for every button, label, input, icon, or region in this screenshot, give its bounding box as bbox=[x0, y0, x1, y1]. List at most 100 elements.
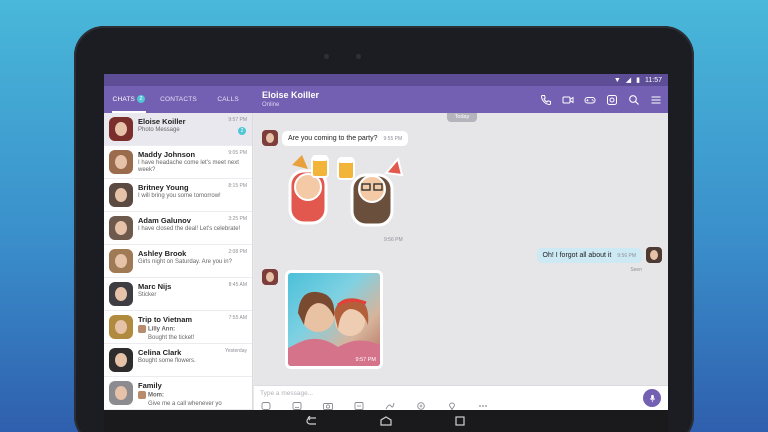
back-icon[interactable] bbox=[305, 416, 319, 426]
chat-preview: I have closed the deal! Let's celebrate! bbox=[138, 226, 241, 232]
location-icon[interactable] bbox=[446, 402, 457, 410]
chat-preview: Bought the ticket! bbox=[148, 334, 195, 341]
sender-avatar bbox=[138, 391, 146, 399]
chat-preview: Girls night on Saturday. Are you in? bbox=[138, 259, 232, 265]
status-time: 11:57 bbox=[645, 76, 662, 84]
chat-time: 8:45 AM bbox=[228, 282, 247, 288]
chat-time: 7:55 AM bbox=[228, 315, 247, 321]
chat-item-ashley-brook[interactable]: Ashley Brook Girls night on Saturday. Ar… bbox=[104, 245, 252, 278]
group-avatar bbox=[109, 381, 133, 405]
gif-icon[interactable] bbox=[353, 402, 364, 410]
status-bar: ▼ ◢ ▮ 11:57 bbox=[104, 74, 668, 86]
seen-status: Seen bbox=[630, 267, 642, 273]
more-icon[interactable] bbox=[477, 402, 488, 410]
sensor-dot bbox=[356, 54, 361, 59]
chat-sender: Lilly Ann: bbox=[148, 326, 176, 333]
photo-time: 9:57 PM bbox=[355, 357, 376, 363]
avatar bbox=[109, 249, 133, 273]
menu-icon[interactable] bbox=[650, 94, 662, 106]
avatar bbox=[109, 282, 133, 306]
chat-preview: I have headache come let's meet next wee… bbox=[138, 160, 239, 173]
chat-item-britney-young[interactable]: Britney Young I will bring you some tomo… bbox=[104, 179, 252, 212]
composer-toolbar bbox=[260, 402, 488, 410]
voice-message-button[interactable] bbox=[643, 389, 661, 407]
chat-item-celina-clark[interactable]: Celina Clark Bought some flowers. Yester… bbox=[104, 344, 252, 377]
chat-time: 3:25 PM bbox=[228, 216, 247, 222]
chat-name: Family bbox=[138, 381, 162, 390]
screen: ▼ ◢ ▮ 11:57 CHATS 2 CONTACTS CALLS Eloise… bbox=[104, 74, 668, 432]
microphone-icon bbox=[649, 394, 655, 402]
chat-item-eloise-koiller[interactable]: Eloise Koiller Photo Message 9:57 PM 2 bbox=[104, 113, 252, 146]
chat-item-adam-galunov[interactable]: Adam Galunov I have closed the deal! Let… bbox=[104, 212, 252, 245]
sticker-time: 9:56 PM bbox=[384, 237, 403, 243]
tab-contacts[interactable]: CONTACTS bbox=[154, 86, 204, 113]
chat-list: Eloise Koiller Photo Message 9:57 PM 2 M… bbox=[104, 113, 253, 410]
chat-preview: I will bring you some tomorrow! bbox=[138, 193, 221, 199]
beer-friends-sticker[interactable] bbox=[282, 153, 412, 233]
tab-contacts-label: CONTACTS bbox=[160, 96, 197, 103]
message-time: 9:55 PM bbox=[383, 136, 403, 142]
chat-preview: Give me a call whenever yo bbox=[148, 400, 222, 407]
avatar bbox=[109, 183, 133, 207]
signal-icon: ◢ bbox=[625, 77, 632, 84]
message-bubble-outgoing[interactable]: Oh! I forgot all about it 9:56 PM bbox=[536, 248, 642, 263]
phone-icon[interactable] bbox=[540, 94, 552, 106]
sticker-icon[interactable] bbox=[606, 94, 618, 106]
contact-status: Online bbox=[262, 102, 280, 108]
camera-icon[interactable] bbox=[322, 402, 333, 410]
system-nav-bar bbox=[104, 410, 668, 432]
chat-item-marc-nijs[interactable]: Marc Nijs Sticker 8:45 AM bbox=[104, 278, 252, 311]
recents-icon[interactable] bbox=[453, 416, 467, 426]
photo-message[interactable]: 9:57 PM bbox=[285, 270, 383, 369]
conversation: Today Are you coming to the party? 9:55 P… bbox=[254, 113, 668, 385]
chat-time: 9:05 PM bbox=[228, 150, 247, 156]
sender-avatar[interactable] bbox=[262, 130, 278, 146]
tab-bar: CHATS 2 CONTACTS CALLS bbox=[104, 86, 253, 113]
doodle-icon[interactable] bbox=[384, 402, 395, 410]
group-avatar bbox=[109, 315, 133, 339]
sender-avatar[interactable] bbox=[262, 269, 278, 285]
app-bar: CHATS 2 CONTACTS CALLS Eloise Koiller Onl… bbox=[104, 86, 668, 113]
contact-header[interactable]: Eloise Koiller Online bbox=[262, 90, 319, 108]
message-input[interactable]: Type a message... bbox=[260, 390, 313, 397]
photo-thumbnail bbox=[288, 291, 380, 366]
avatar bbox=[109, 150, 133, 174]
header-actions bbox=[540, 86, 662, 113]
chat-time: 9:57 PM bbox=[228, 117, 247, 123]
tab-calls[interactable]: CALLS bbox=[203, 86, 253, 113]
chat-time: Yesterday bbox=[224, 348, 247, 354]
chats-badge: 2 bbox=[137, 95, 146, 104]
chat-time: 8:15 PM bbox=[228, 183, 247, 189]
message-bubble-incoming[interactable]: Are you coming to the party? 9:55 PM bbox=[282, 131, 409, 146]
video-icon[interactable] bbox=[562, 94, 574, 106]
my-avatar bbox=[646, 247, 662, 263]
chat-sender: Mom: bbox=[148, 392, 164, 399]
tab-chats-label: CHATS bbox=[112, 96, 136, 103]
tab-chats[interactable]: CHATS 2 bbox=[104, 86, 154, 113]
chat-item-family[interactable]: Family Mom: Give me a call whenever yo bbox=[104, 377, 252, 410]
tab-calls-label: CALLS bbox=[217, 96, 239, 103]
camera-dot bbox=[324, 54, 329, 59]
wifi-icon: ▼ bbox=[613, 76, 621, 84]
avatar bbox=[109, 348, 133, 372]
message-text: Are you coming to the party? bbox=[288, 135, 378, 142]
home-icon[interactable] bbox=[379, 416, 393, 426]
day-divider: Today bbox=[447, 113, 477, 122]
chat-preview: Sticker bbox=[138, 292, 157, 298]
battery-icon: ▮ bbox=[636, 77, 640, 84]
chat-item-trip-to-vietnam[interactable]: Trip to Vietnam Lilly Ann: Bought the ti… bbox=[104, 311, 252, 344]
avatar bbox=[109, 117, 133, 141]
gamepad-icon[interactable] bbox=[584, 94, 596, 106]
contact-name: Eloise Koiller bbox=[262, 90, 320, 100]
unread-badge: 2 bbox=[238, 127, 246, 135]
message-composer: Type a message... bbox=[254, 385, 668, 410]
chat-preview: Bought some flowers. bbox=[138, 358, 196, 364]
sender-avatar bbox=[138, 325, 146, 333]
sticker-icon[interactable] bbox=[260, 402, 271, 410]
chat-item-maddy-johnson[interactable]: Maddy Johnson I have headache come let's… bbox=[104, 146, 252, 179]
emoji-icon[interactable] bbox=[291, 402, 302, 410]
add-contact-icon[interactable] bbox=[415, 402, 426, 410]
search-icon[interactable] bbox=[628, 94, 640, 106]
avatar bbox=[109, 216, 133, 240]
chat-preview: Photo Message bbox=[138, 127, 180, 133]
